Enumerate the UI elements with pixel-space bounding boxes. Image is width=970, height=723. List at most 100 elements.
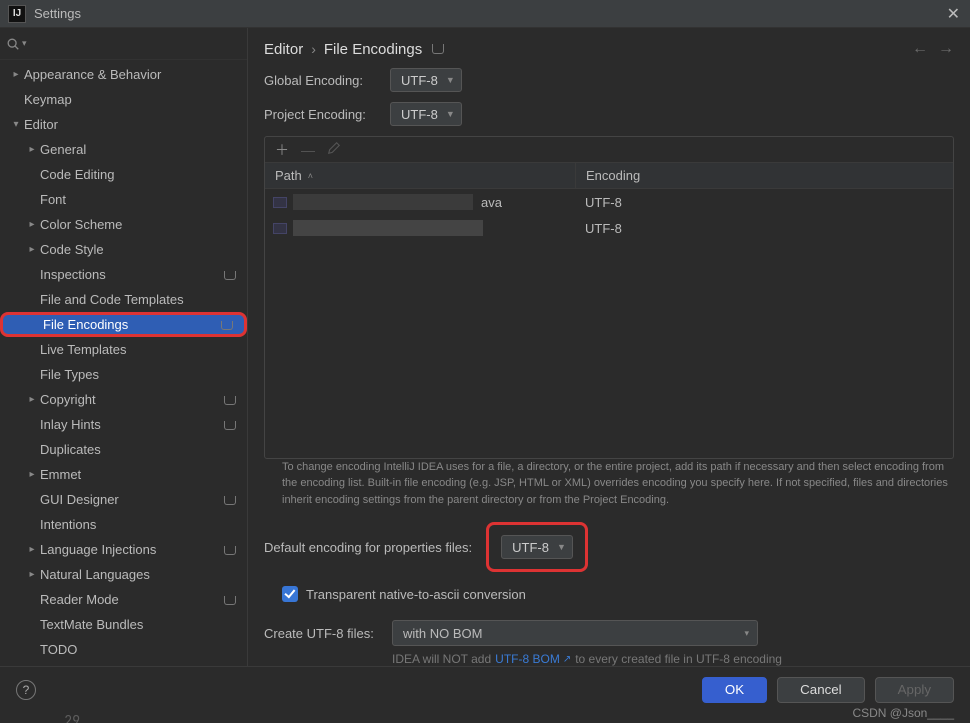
- chevron-right-icon: ›: [311, 41, 316, 57]
- properties-encoding-row: Default encoding for properties files: U…: [264, 522, 954, 572]
- chevron-right-icon: ▸: [24, 219, 40, 230]
- sidebar-item-todo[interactable]: ▸TODO: [0, 637, 247, 662]
- search-input[interactable]: [29, 36, 239, 51]
- col-header-path[interactable]: Path ˄: [265, 168, 575, 183]
- sidebar-item-label: Language Injections: [40, 542, 223, 557]
- sidebar-item-label: Appearance & Behavior: [24, 67, 237, 82]
- restart-required-icon: [223, 593, 237, 607]
- sidebar-item-code-style[interactable]: ▸Code Style: [0, 237, 247, 262]
- back-icon[interactable]: ←: [912, 40, 928, 58]
- ok-button[interactable]: OK: [702, 677, 767, 703]
- watermark-text: CSDN @Json____: [852, 706, 954, 720]
- sidebar-item-label: File Encodings: [43, 317, 220, 332]
- sidebar-item-label: Font: [40, 192, 237, 207]
- sidebar-item-label: Live Templates: [40, 342, 237, 357]
- sidebar-item-label: Emmet: [40, 467, 237, 482]
- sidebar-item-language-injections[interactable]: ▸Language Injections: [0, 537, 247, 562]
- project-encoding-value: UTF-8: [401, 107, 438, 122]
- restart-required-icon: [223, 493, 237, 507]
- sidebar-item-label: Duplicates: [40, 442, 237, 457]
- cell-encoding[interactable]: UTF-8: [575, 195, 953, 210]
- restart-required-icon: [223, 543, 237, 557]
- sidebar-item-inspections[interactable]: ▸Inspections: [0, 262, 247, 287]
- cell-path: ava: [265, 194, 575, 210]
- help-icon[interactable]: ?: [16, 680, 36, 700]
- sidebar-item-label: Code Editing: [40, 167, 237, 182]
- sidebar-item-label: Reader Mode: [40, 592, 223, 607]
- edit-icon[interactable]: [327, 141, 341, 158]
- restart-required-icon: [223, 418, 237, 432]
- global-encoding-combo[interactable]: UTF-8 ▼: [390, 68, 462, 92]
- utf8-bom-link[interactable]: UTF-8 BOM ↗: [495, 652, 571, 666]
- restart-required-icon: [220, 318, 234, 332]
- sidebar-item-natural-languages[interactable]: ▸Natural Languages: [0, 562, 247, 587]
- sidebar-item-general[interactable]: ▸General: [0, 137, 247, 162]
- table-row[interactable]: ava UTF-8: [265, 189, 953, 215]
- sidebar-item-label: GUI Designer: [40, 492, 223, 507]
- sidebar-item-label: File Types: [40, 367, 237, 382]
- sidebar-item-label: Code Style: [40, 242, 237, 257]
- sidebar-item-emmet[interactable]: ▸Emmet: [0, 462, 247, 487]
- sidebar-item-file-encodings[interactable]: ▸File Encodings: [0, 312, 247, 337]
- sidebar-item-reader-mode[interactable]: ▸Reader Mode: [0, 587, 247, 612]
- sidebar-item-textmate-bundles[interactable]: ▸TextMate Bundles: [0, 612, 247, 637]
- sidebar-item-label: TextMate Bundles: [40, 617, 237, 632]
- properties-encoding-value: UTF-8: [512, 540, 549, 555]
- sidebar-item-live-templates[interactable]: ▸Live Templates: [0, 337, 247, 362]
- apply-button[interactable]: Apply: [875, 677, 954, 703]
- settings-sidebar: ▾ ▸Appearance & Behavior▸Keymap▾Editor▸G…: [0, 28, 248, 666]
- sidebar-item-font[interactable]: ▸Font: [0, 187, 247, 212]
- chevron-right-icon: ▸: [24, 144, 40, 155]
- table-row[interactable]: UTF-8: [265, 215, 953, 241]
- sidebar-item-label: Keymap: [24, 92, 237, 107]
- chevron-right-icon: ▸: [24, 544, 40, 555]
- sidebar-item-duplicates[interactable]: ▸Duplicates: [0, 437, 247, 462]
- sidebar-item-label: Editor: [24, 117, 237, 132]
- sidebar-item-code-editing[interactable]: ▸Code Editing: [0, 162, 247, 187]
- project-encoding-label: Project Encoding:: [264, 107, 390, 122]
- sidebar-item-label: Copyright: [40, 392, 223, 407]
- chevron-down-icon: ▾: [8, 119, 24, 130]
- chevron-right-icon: ▸: [24, 244, 40, 255]
- sidebar-item-label: Inspections: [40, 267, 223, 282]
- sidebar-item-label: Inlay Hints: [40, 417, 223, 432]
- bom-combo[interactable]: with NO BOM ▾: [392, 620, 758, 646]
- folder-icon: [273, 223, 287, 234]
- close-icon[interactable]: ✕: [947, 4, 960, 24]
- sidebar-item-inlay-hints[interactable]: ▸Inlay Hints: [0, 412, 247, 437]
- chevron-down-icon: ▼: [557, 542, 566, 552]
- sidebar-item-appearance-behavior[interactable]: ▸Appearance & Behavior: [0, 62, 247, 87]
- col-header-encoding[interactable]: Encoding: [575, 163, 953, 188]
- checkbox-checked-icon[interactable]: [282, 586, 298, 602]
- properties-encoding-combo[interactable]: UTF-8 ▼: [501, 535, 573, 559]
- sidebar-item-file-types[interactable]: ▸File Types: [0, 362, 247, 387]
- cell-encoding[interactable]: UTF-8: [575, 221, 953, 236]
- sidebar-item-gui-designer[interactable]: ▸GUI Designer: [0, 487, 247, 512]
- project-encoding-combo[interactable]: UTF-8 ▼: [390, 102, 462, 126]
- sidebar-item-copyright[interactable]: ▸Copyright: [0, 387, 247, 412]
- sidebar-item-editor[interactable]: ▾Editor: [0, 112, 247, 137]
- sidebar-item-intentions[interactable]: ▸Intentions: [0, 512, 247, 537]
- chevron-right-icon: ▸: [24, 569, 40, 580]
- transparent-ascii-row[interactable]: Transparent native-to-ascii conversion: [264, 586, 954, 602]
- sidebar-item-file-and-code-templates[interactable]: ▸File and Code Templates: [0, 287, 247, 312]
- add-button[interactable]: ＋: [275, 140, 289, 160]
- path-suffix: ava: [481, 195, 502, 210]
- dialog-button-bar: ? OK Cancel Apply: [0, 666, 970, 712]
- sidebar-item-color-scheme[interactable]: ▸Color Scheme: [0, 212, 247, 237]
- settings-content: Editor › File Encodings ← → Global Encod…: [248, 28, 970, 666]
- sidebar-item-label: Natural Languages: [40, 567, 237, 582]
- remove-button[interactable]: —: [301, 142, 315, 158]
- transparent-ascii-label: Transparent native-to-ascii conversion: [306, 587, 526, 602]
- redacted-path: [293, 220, 483, 236]
- chevron-right-icon: ▸: [24, 469, 40, 480]
- restart-required-icon: [223, 268, 237, 282]
- chevron-right-icon: ▸: [8, 69, 24, 80]
- forward-icon[interactable]: →: [938, 40, 954, 58]
- sidebar-item-keymap[interactable]: ▸Keymap: [0, 87, 247, 112]
- settings-search[interactable]: ▾: [0, 28, 247, 60]
- window-title: Settings: [34, 6, 81, 21]
- chevron-down-icon: ▼: [446, 109, 455, 119]
- breadcrumb-parent[interactable]: Editor: [264, 41, 303, 58]
- cancel-button[interactable]: Cancel: [777, 677, 865, 703]
